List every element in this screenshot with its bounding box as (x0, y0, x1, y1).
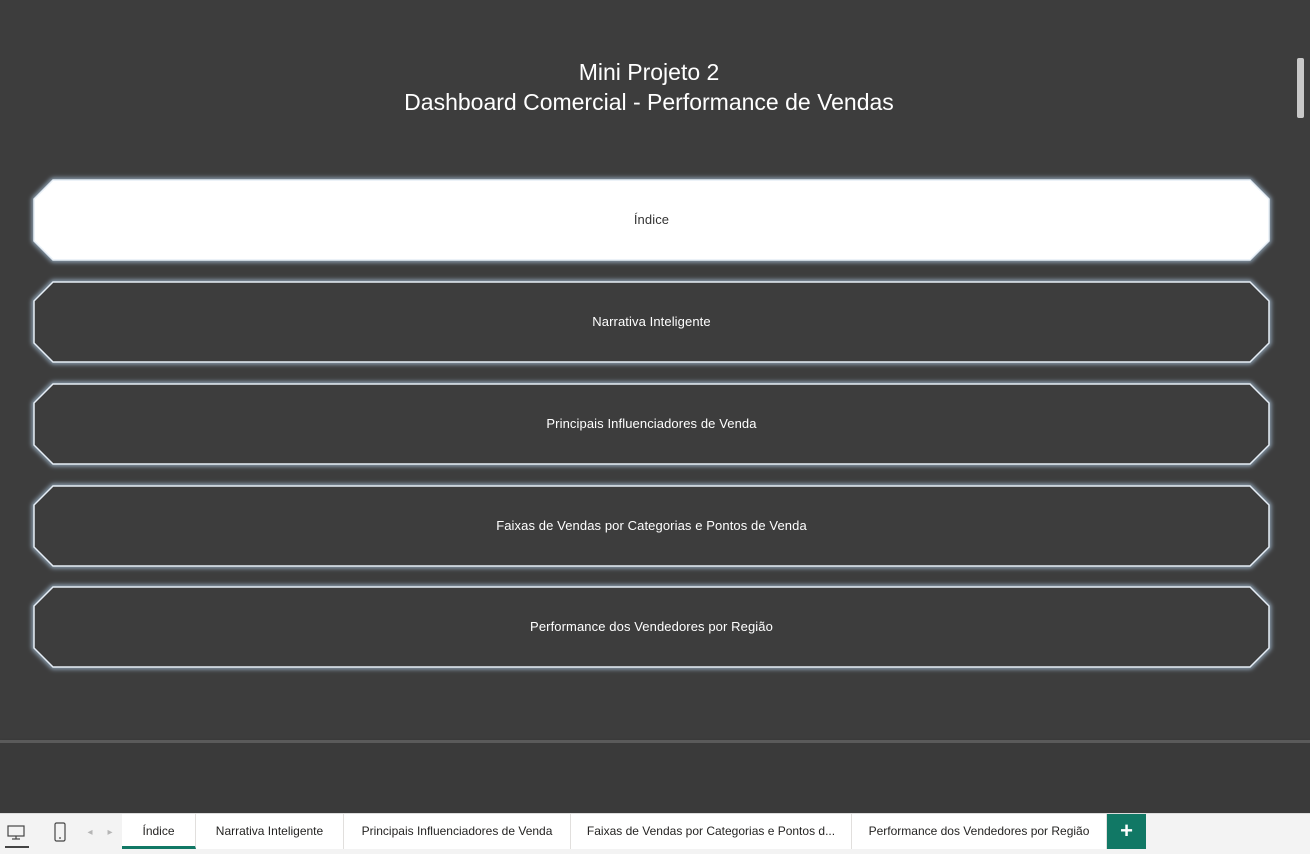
nav-button-performance-vendedores[interactable]: Performance dos Vendedores por Região (32, 585, 1271, 669)
tab-narrativa-inteligente[interactable]: Narrativa Inteligente (196, 814, 344, 849)
nav-button-faixas-de-vendas[interactable]: Faixas de Vendas por Categorias e Pontos… (32, 484, 1271, 568)
page-title: Mini Projeto 2 Dashboard Comercial - Per… (0, 57, 1298, 117)
tab-performance-vendedores[interactable]: Performance dos Vendedores por Região (852, 814, 1107, 849)
nav-button-label: Narrativa Inteligente (592, 314, 711, 329)
nav-button-indice[interactable]: Índice (32, 178, 1271, 262)
desktop-view-icon[interactable] (3, 814, 29, 850)
nav-button-label: Performance dos Vendedores por Região (530, 619, 773, 634)
title-line-1: Mini Projeto 2 (578, 59, 720, 85)
tab-faixas-de-vendas[interactable]: Faixas de Vendas por Categorias e Pontos… (571, 814, 852, 849)
vertical-scrollbar-thumb[interactable] (1297, 58, 1304, 118)
chevron-right-icon[interactable]: ▸ (104, 814, 116, 850)
title-line-2: Dashboard Comercial - Performance de Ven… (404, 89, 894, 115)
chevron-left-icon[interactable]: ◂ (84, 814, 96, 850)
page-tab-bar: ◂ ▸ Índice Narrativa Inteligente Princip… (0, 813, 1310, 854)
canvas-background (0, 743, 1310, 813)
nav-button-principais-influenciadores[interactable]: Principais Influenciadores de Venda (32, 382, 1271, 466)
nav-button-narrativa-inteligente[interactable]: Narrativa Inteligente (32, 280, 1271, 364)
report-page: Mini Projeto 2 Dashboard Comercial - Per… (0, 0, 1310, 742)
tab-principais-influenciadores[interactable]: Principais Influenciadores de Venda (344, 814, 571, 849)
add-page-button[interactable]: + (1107, 814, 1146, 849)
nav-button-label: Índice (633, 212, 670, 227)
nav-button-label: Faixas de Vendas por Categorias e Pontos… (496, 518, 807, 533)
nav-button-label: Principais Influenciadores de Venda (546, 416, 757, 431)
mobile-view-icon[interactable] (50, 814, 70, 850)
tab-indice[interactable]: Índice (122, 814, 196, 849)
report-canvas: Mini Projeto 2 Dashboard Comercial - Per… (0, 0, 1310, 854)
